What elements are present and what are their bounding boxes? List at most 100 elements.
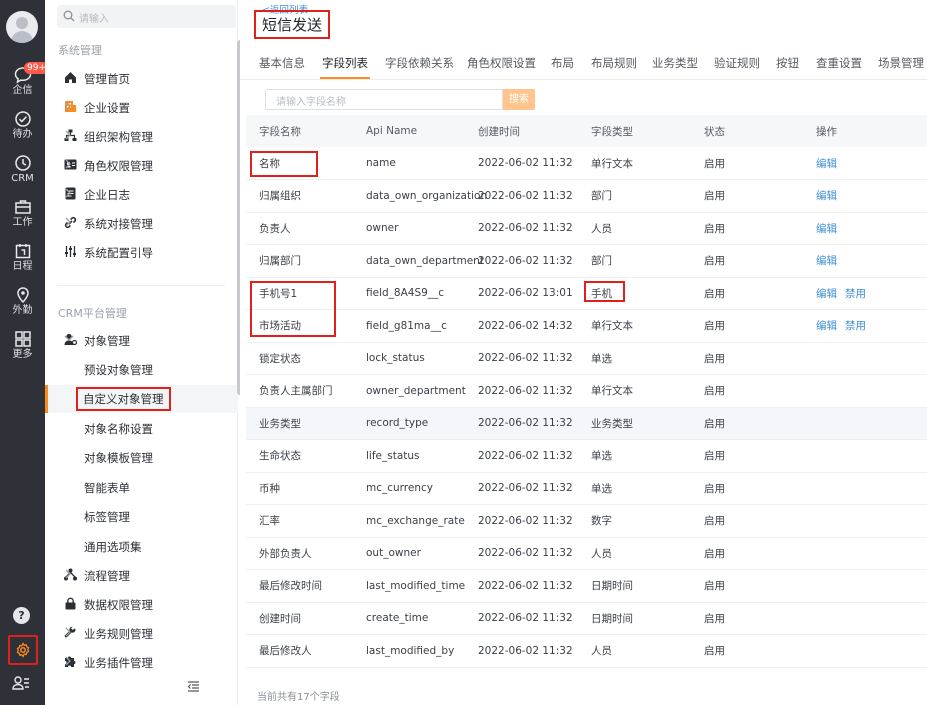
edit-link[interactable]: 编辑 (816, 320, 837, 332)
cell-api: mc_currency (353, 472, 465, 505)
sidebar-item-process[interactable]: 流程管理 (45, 562, 238, 588)
tab-role-permissions[interactable]: 角色权限设置 (467, 55, 536, 71)
sidebar-item-business-rules[interactable]: 业务规则管理 (45, 620, 238, 646)
table-row[interactable]: 创建时间 create_time 2022-06-02 11:32 日期时间 启用 (246, 602, 927, 635)
table-row[interactable]: 归属部门 data_own_department 2022-06-02 11:32 部… (246, 244, 927, 278)
table-row[interactable]: 负责人主属部门 owner_department 2022-06-02 11:32 单… (246, 374, 927, 408)
cell-actions: 编辑 禁用 (803, 309, 927, 343)
search-button[interactable]: 搜索 (503, 89, 535, 110)
cell-type: 单行文本 (578, 309, 691, 343)
cell-status: 启用 (691, 634, 803, 668)
sidebar-subitem-preset-objects[interactable]: 预设对象管理 (45, 356, 238, 382)
table-row[interactable]: 负责人 owner 2022-06-02 11:32 人员 启用 编辑 (246, 212, 927, 245)
table-row[interactable]: 名称 name 2022-06-02 11:32 单行文本 启用 编辑 (246, 147, 927, 180)
help-icon[interactable]: ? (13, 607, 30, 624)
cell-status: 启用 (691, 602, 803, 635)
disable-link[interactable]: 禁用 (845, 320, 866, 332)
user-avatar[interactable] (6, 11, 38, 43)
sidebar-subitem-tags[interactable]: 标签管理 (45, 503, 238, 529)
tab-layout-rules[interactable]: 布局规则 (591, 55, 637, 71)
disable-link[interactable]: 禁用 (845, 288, 866, 300)
sidebar-item-integration[interactable]: 系统对接管理 (45, 210, 238, 236)
sidebar-item-label: 业务插件管理 (84, 656, 153, 670)
tab-buttons[interactable]: 按钮 (776, 55, 799, 71)
table-row[interactable]: 汇率 mc_exchange_rate 2022-06-02 11:32 数字 启用 (246, 504, 927, 538)
table-row[interactable]: 锁定状态 lock_status 2022-06-02 11:32 单选 启用 (246, 342, 927, 375)
sidebar-subitem-smart-forms[interactable]: 智能表单 (45, 474, 238, 500)
table-row[interactable]: 币种 mc_currency 2022-06-02 11:32 单选 启用 (246, 472, 927, 505)
grid-icon (14, 331, 31, 347)
field-search-input[interactable]: 请输入字段名称 (265, 89, 503, 110)
cell-name: 业务类型 (246, 407, 353, 440)
tab-basic-info[interactable]: 基本信息 (259, 55, 305, 71)
tab-field-list[interactable]: 字段列表 (320, 55, 370, 79)
chevron-right-icon (65, 627, 71, 637)
rail-label: CRM (11, 173, 34, 184)
table-row[interactable]: 最后修改时间 last_modified_time 2022-06-02 11:32… (246, 569, 927, 603)
table-row[interactable]: 最后修改人 last_modified_by 2022-06-02 11:32 人员启… (246, 634, 927, 668)
edit-link[interactable]: 编辑 (816, 255, 837, 267)
sidebar-item-log[interactable]: 企业日志 (45, 181, 238, 207)
sidebar-item-org[interactable]: 组织架构管理 (45, 123, 238, 149)
tab-field-dependency[interactable]: 字段依赖关系 (385, 55, 454, 71)
cell-api: life_status (353, 439, 465, 473)
cell-actions (803, 634, 927, 668)
settings-button[interactable] (8, 635, 38, 665)
table-row[interactable]: 业务类型 record_type 2022-06-02 11:32 业务类型 启用 (246, 407, 927, 440)
table-row[interactable]: 归属组织 data_own_organization 2022-06-02 11:3… (246, 179, 927, 213)
sidebar-item-home[interactable]: 管理首页 (45, 65, 238, 91)
table-header-row: 字段名称 Api Name 创建时间 字段类型 状态 操作 (246, 115, 927, 147)
search-icon (63, 10, 75, 22)
rail-item-crm[interactable]: CRM (0, 154, 45, 188)
chevron-right-icon (65, 569, 71, 579)
sidebar-item-label: 系统对接管理 (84, 217, 153, 231)
edit-link[interactable]: 编辑 (816, 158, 837, 170)
edit-link[interactable]: 编辑 (816, 288, 837, 300)
tab-validation-rules[interactable]: 验证规则 (714, 55, 760, 71)
cell-api: record_type (353, 407, 465, 440)
calendar-icon (15, 244, 30, 259)
sidebar-item-config-guide[interactable]: 系统配置引导 (45, 239, 238, 265)
gear-icon (16, 642, 30, 658)
sidebar-subitem-object-templates[interactable]: 对象模板管理 (45, 444, 238, 470)
sidebar-item-object-mgmt[interactable]: 对象管理 (45, 327, 238, 353)
cell-created: 2022-06-02 11:32 (465, 374, 578, 408)
cell-api: out_owner (353, 537, 465, 570)
cell-actions (803, 569, 927, 603)
sidebar-item-plugins[interactable]: 业务插件管理 (45, 649, 238, 675)
sidebar-search-placeholder: 请输入 (79, 14, 109, 25)
tab-scenes[interactable]: 场景管理 (878, 55, 924, 71)
rail-item-more[interactable]: 更多 (0, 330, 45, 364)
rail-item-todo[interactable]: 待办 (0, 110, 45, 144)
sidebar-search[interactable]: 请输入 (57, 5, 236, 28)
cell-api: data_own_department (353, 244, 484, 278)
table-row[interactable]: 市场活动 field_g81ma__c 2022-06-02 14:32 单行文本 启用… (246, 309, 927, 343)
cell-created: 2022-06-02 11:32 (465, 537, 578, 570)
collapse-sidebar-icon[interactable] (187, 681, 200, 692)
rail-item-schedule[interactable]: 日程 (0, 242, 45, 276)
sliders-icon (65, 246, 76, 257)
sidebar-subitem-object-names[interactable]: 对象名称设置 (45, 415, 238, 441)
cell-name: 手机号1 (246, 277, 353, 310)
sidebar-item-roles[interactable]: 角色权限管理 (45, 152, 238, 178)
table-row[interactable]: 生命状态 life_status 2022-06-02 11:32 单选 启用 (246, 439, 927, 473)
table-row[interactable]: 手机号1 field_8A4S9__c 2022-06-02 13:01 手机 启用 编辑… (246, 277, 927, 310)
sidebar-item-enterprise[interactable]: 企业设置 (45, 94, 238, 120)
cell-type: 日期时间 (578, 569, 691, 603)
tab-duplicate-check[interactable]: 查重设置 (816, 55, 862, 71)
rail-item-work[interactable]: 工作 (0, 198, 45, 232)
sidebar-subitem-option-sets[interactable]: 通用选项集 (45, 533, 238, 559)
edit-link[interactable]: 编辑 (816, 223, 837, 235)
sidebar-subitem-custom-objects[interactable]: 自定义对象管理 (45, 385, 238, 413)
rail-item-field[interactable]: 外勤 (0, 286, 45, 320)
cell-created: 2022-06-02 11:32 (465, 342, 578, 375)
table-row[interactable]: 外部负责人 out_owner 2022-06-02 11:32 人员 启用 (246, 537, 927, 570)
cell-created: 2022-06-02 11:32 (465, 472, 578, 505)
cell-actions (803, 537, 927, 570)
tab-record-types[interactable]: 业务类型 (652, 55, 698, 71)
contacts-button[interactable] (12, 675, 30, 694)
cell-name: 归属部门 (246, 244, 353, 278)
edit-link[interactable]: 编辑 (816, 190, 837, 202)
tab-layout[interactable]: 布局 (551, 55, 574, 71)
sidebar-item-data-permission[interactable]: 数据权限管理 (45, 591, 238, 617)
